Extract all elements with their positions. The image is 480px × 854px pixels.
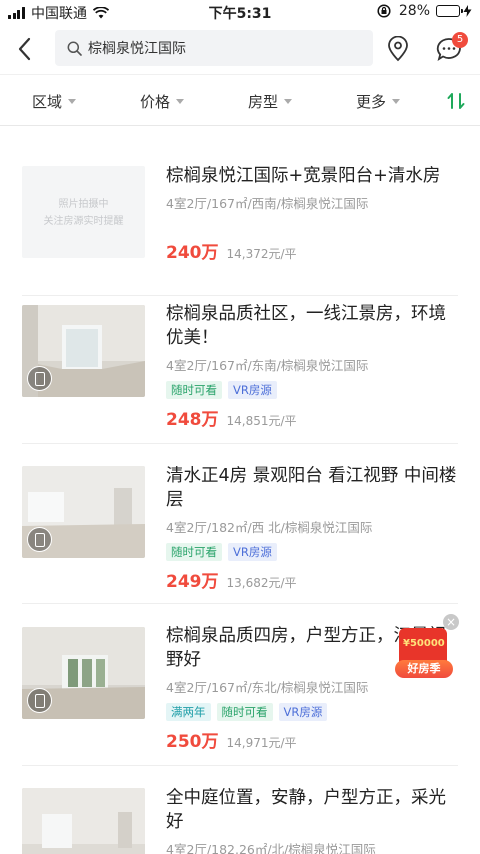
listing-title: 棕榈泉品质社区，一线江景房，环境优美！ — [166, 304, 446, 348]
listing-photo — [22, 627, 145, 719]
listing-photo — [22, 466, 145, 558]
message-badge: 5 — [452, 32, 468, 48]
listing-card[interactable]: 照片拍摄中 关注房源实时提醒 棕榈泉悦江国际+宽景阳台+清水房 4室2厅/167… — [22, 146, 458, 296]
tag-vr: VR房源 — [228, 381, 277, 399]
listing-meta: 4室2厅/167㎡/西南/棕榈泉悦江国际 — [166, 196, 369, 211]
tag-two-years: 满两年 — [166, 703, 211, 721]
listing-unit-price: 13,682元/平 — [226, 576, 297, 590]
listing-price: 249万 — [166, 572, 219, 592]
placeholder-line: 照片拍摄中 — [58, 199, 109, 210]
filter-label: 房型 — [248, 93, 279, 111]
listing-unit-price: 14,971元/平 — [226, 736, 297, 750]
listing-price: 250万 — [166, 732, 219, 752]
battery-icon — [436, 5, 463, 17]
charging-icon — [463, 5, 472, 17]
search-icon — [67, 41, 82, 56]
filter-region[interactable]: 区域 — [32, 91, 77, 112]
vr-icon — [27, 688, 52, 713]
promo-badge[interactable]: × ¥50000 好房季 — [393, 614, 461, 680]
search-input[interactable]: 棕榈泉悦江国际 — [55, 30, 373, 66]
search-query: 棕榈泉悦江国际 — [88, 41, 186, 57]
vr-icon — [27, 527, 52, 552]
tag-viewable: 随时可看 — [216, 703, 273, 721]
listing-meta: 4室2厅/182.26㎡/北/棕榈泉悦江国际 — [166, 842, 376, 854]
caret-down-icon — [68, 99, 77, 104]
back-icon[interactable] — [14, 36, 36, 62]
caret-down-icon — [392, 99, 401, 104]
listing-photo — [22, 788, 145, 854]
sort-icon[interactable] — [446, 91, 466, 111]
promo-amount: ¥50000 — [403, 638, 445, 649]
listing-card[interactable]: 清水正4房 景观阳台 看江视野 中间楼层 4室2厅/182㎡/西 北/棕榈泉悦江… — [22, 444, 458, 604]
caret-down-icon — [284, 99, 293, 104]
header: 棕榈泉悦江国际 5 — [0, 24, 480, 74]
location-pin-icon[interactable] — [386, 36, 410, 62]
listing-card[interactable]: 棕榈泉品质社区，一线江景房，环境优美！ 4室2厅/167㎡/东南/棕榈泉悦江国际… — [22, 296, 458, 444]
listing-title: 棕榈泉悦江国际+宽景阳台+清水房 — [166, 166, 441, 186]
filter-label: 更多 — [356, 93, 387, 111]
tag-viewable: 随时可看 — [166, 381, 222, 399]
filter-label: 区域 — [32, 93, 63, 111]
orientation-lock-icon — [377, 4, 391, 18]
close-icon[interactable]: × — [443, 614, 459, 630]
listing-unit-price: 14,851元/平 — [226, 414, 297, 428]
listing-price: 248万 — [166, 410, 219, 430]
listing-title: 全中庭位置，安静，户型方正，采光好 — [166, 788, 446, 832]
listing-title: 清水正4房 景观阳台 看江视野 中间楼层 — [166, 466, 457, 510]
caret-down-icon — [176, 99, 185, 104]
placeholder-line: 关注房源实时提醒 — [43, 216, 124, 227]
photo-placeholder: 照片拍摄中 关注房源实时提醒 — [22, 166, 145, 258]
listing-meta: 4室2厅/182㎡/西 北/棕榈泉悦江国际 — [166, 520, 373, 535]
vr-icon — [27, 366, 52, 391]
filter-label: 价格 — [140, 93, 171, 111]
tag-vr: VR房源 — [228, 543, 277, 561]
filter-more[interactable]: 更多 — [356, 91, 401, 112]
filter-layout[interactable]: 房型 — [248, 91, 293, 112]
filter-bar: 区域 价格 房型 更多 — [0, 74, 480, 126]
listing-unit-price: 14,372元/平 — [226, 247, 297, 261]
status-bar: 中国联通 下午5:31 28% — [0, 0, 480, 24]
promo-label: 好房季 — [395, 660, 453, 678]
battery-percent: 28% — [398, 3, 430, 19]
listing-price: 240万 — [166, 243, 219, 263]
tag-vr: VR房源 — [278, 703, 328, 721]
listing-card[interactable]: 全中庭位置，安静，户型方正，采光好 4室2厅/182.26㎡/北/棕榈泉悦江国际 — [22, 766, 458, 854]
tag-viewable: 随时可看 — [166, 543, 222, 561]
listing-photo — [22, 305, 145, 397]
listing-meta: 4室2厅/167㎡/东南/棕榈泉悦江国际 — [166, 358, 369, 373]
filter-price[interactable]: 价格 — [140, 91, 185, 112]
